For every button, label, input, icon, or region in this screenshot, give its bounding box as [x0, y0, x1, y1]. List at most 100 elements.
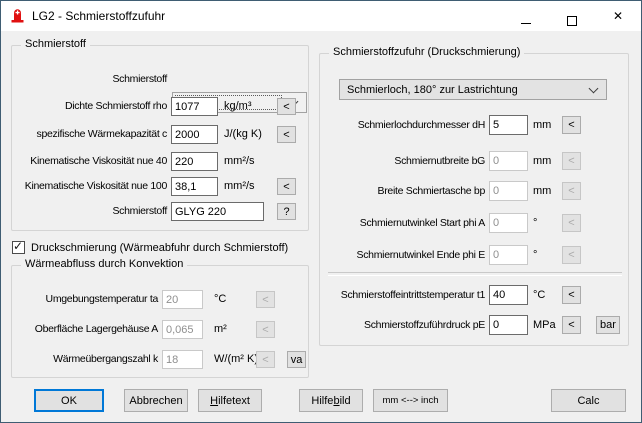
- dichte-rho-ref-button[interactable]: <: [277, 98, 296, 115]
- schmiernutwinkel-ende-input: [489, 245, 528, 265]
- eintrittstemperatur-label: Schmierstoffeintrittstemperatur t1: [320, 285, 485, 305]
- cancel-button[interactable]: Abbrechen: [124, 389, 188, 412]
- druckschmierung-checkbox-label: Druckschmierung (Wärmeabfuhr durch Schmi…: [31, 241, 288, 255]
- eintrittstemperatur-unit: °C: [533, 285, 545, 305]
- waermekapazitaet-input[interactable]: [171, 125, 218, 144]
- maximize-button[interactable]: [549, 1, 595, 31]
- waermeuebergangszahl-label: Wärmeübergangszahl k: [12, 350, 158, 369]
- zufuehrdruck-unit: MPa: [533, 315, 556, 335]
- druckschmierung-checkbox[interactable]: ✓: [12, 241, 25, 254]
- field-row: Schmierstoffzuführdruck pE MPa < bar: [320, 315, 628, 335]
- hilfebild-rest: ild: [340, 395, 351, 407]
- schmierlochdurchmesser-label: Schmierlochdurchmesser dH: [320, 115, 485, 135]
- schmiertasche-label: Breite Schmiertasche bp: [320, 181, 485, 201]
- schmierstoff-name-label: Schmierstoff: [12, 202, 167, 221]
- zufuehrdruck-input[interactable]: [489, 315, 528, 335]
- viskositaet-nue40-input[interactable]: [171, 152, 218, 171]
- schmiernutbreite-input: [489, 151, 528, 171]
- separator: [328, 272, 622, 276]
- field-row: Schmierstoffeintrittstemperatur t1 °C <: [320, 285, 628, 305]
- field-row: Wärmeübergangszahl k W/(m² K) < va: [12, 350, 308, 369]
- field-row: spezifische Wärmekapazität c J/(kg K) <: [12, 125, 308, 144]
- hilfetext-button[interactable]: Hilfetext: [198, 389, 262, 412]
- schmierstoff-help-button[interactable]: ?: [277, 203, 296, 220]
- field-row: Dichte Schmierstoff rho kg/m³ <: [12, 97, 308, 116]
- schmiernutwinkel-ende-unit: °: [533, 245, 537, 265]
- check-icon: ✓: [13, 239, 23, 253]
- viskositaet-nue100-ref-button[interactable]: <: [277, 178, 296, 195]
- oberflaeche-label: Oberfläche Lagergehäuse A: [12, 320, 158, 339]
- close-button[interactable]: ✕: [595, 1, 641, 31]
- waermekapazitaet-label: spezifische Wärmekapazität c: [12, 125, 167, 144]
- group-konvektion: Wärmeabfluss durch Konvektion Umgebungst…: [11, 265, 309, 378]
- field-row: Oberfläche Lagergehäuse A m² <: [12, 320, 308, 339]
- schmiernutwinkel-start-label: Schmiernutwinkel Start phi A: [320, 213, 485, 233]
- eintrittstemperatur-ref-button[interactable]: <: [562, 286, 581, 304]
- zufuehrdruck-label: Schmierstoffzuführdruck pE: [320, 315, 485, 335]
- group-schmierstoff-title: Schmierstoff: [21, 38, 90, 50]
- va-button[interactable]: va: [287, 351, 306, 368]
- field-row: Kinematische Viskosität nue 100 mm²/s <: [12, 177, 308, 196]
- dichte-rho-unit: kg/m³: [224, 97, 252, 116]
- viskositaet-nue100-label: Kinematische Viskosität nue 100: [12, 177, 167, 196]
- schmierlochdurchmesser-input[interactable]: [489, 115, 528, 135]
- umgebungstemperatur-ref-button: <: [256, 291, 275, 308]
- field-row: Schmierstoff ...: [12, 69, 308, 90]
- field-row: Schmiernutwinkel Ende phi E ° <: [320, 245, 628, 265]
- hilfetext-rest: ilfetext: [218, 395, 250, 407]
- umgebungstemperatur-input: [162, 290, 203, 309]
- group-schmierstoffzufuhr-title: Schmierstoffzufuhr (Druckschmierung): [329, 46, 524, 58]
- schmiernutbreite-unit: mm: [533, 151, 551, 171]
- schmierloch-combobox[interactable]: Schmierloch, 180° zur Lastrichtung: [339, 79, 607, 100]
- schmiernutwinkel-ende-label: Schmiernutwinkel Ende phi E: [320, 245, 485, 265]
- schmierlochdurchmesser-unit: mm: [533, 115, 551, 135]
- waermekapazitaet-ref-button[interactable]: <: [277, 126, 296, 143]
- waermeuebergangszahl-unit: W/(m² K): [214, 350, 258, 369]
- hilfetext-accel: H: [210, 395, 218, 407]
- dichte-rho-input[interactable]: [171, 97, 218, 116]
- waermeuebergangszahl-ref-button: <: [256, 351, 275, 368]
- oberflaeche-input: [162, 320, 203, 339]
- viskositaet-nue100-input[interactable]: [171, 177, 218, 196]
- schmiernutwinkel-start-input: [489, 213, 528, 233]
- ok-button[interactable]: OK: [34, 389, 104, 412]
- field-row: Schmiernutwinkel Start phi A ° <: [320, 213, 628, 233]
- field-row: Schmierstoff ?: [12, 202, 308, 221]
- window-title: LG2 - Schmierstoffzufuhr: [32, 1, 165, 31]
- group-schmierstoff: Schmierstoff Schmierstoff ... Dichte Sch…: [11, 45, 309, 231]
- title-bar: LG2 - Schmierstoffzufuhr ✕: [1, 1, 641, 31]
- field-row: Breite Schmiertasche bp mm <: [320, 181, 628, 201]
- schmiertasche-ref-button: <: [562, 182, 581, 200]
- eintrittstemperatur-input[interactable]: [489, 285, 528, 305]
- calc-button[interactable]: Calc: [551, 389, 626, 412]
- field-row: Kinematische Viskosität nue 40 mm²/s: [12, 152, 308, 171]
- schmierlochdurchmesser-ref-button[interactable]: <: [562, 116, 581, 134]
- schmiertasche-unit: mm: [533, 181, 551, 201]
- field-row: Umgebungstemperatur ta °C <: [12, 290, 308, 309]
- oberflaeche-unit: m²: [214, 320, 227, 339]
- schmiernutbreite-label: Schmiernutbreite bG: [320, 151, 485, 171]
- viskositaet-nue40-unit: mm²/s: [224, 152, 255, 171]
- oberflaeche-ref-button: <: [256, 321, 275, 338]
- hilfebild-pre: Hilfe: [311, 395, 333, 407]
- group-konvektion-title: Wärmeabfluss durch Konvektion: [21, 258, 187, 270]
- waermekapazitaet-unit: J/(kg K): [224, 125, 262, 144]
- mm-inch-toggle-button[interactable]: mm <--> inch: [373, 389, 448, 412]
- umgebungstemperatur-unit: °C: [214, 290, 226, 309]
- zufuehrdruck-ref-button[interactable]: <: [562, 316, 581, 334]
- chevron-down-icon: [589, 83, 599, 93]
- umgebungstemperatur-label: Umgebungstemperatur ta: [12, 290, 158, 309]
- maximize-icon: [567, 16, 577, 26]
- dichte-rho-label: Dichte Schmierstoff rho: [12, 97, 167, 116]
- waermeuebergangszahl-input: [162, 350, 203, 369]
- schmiernutwinkel-start-unit: °: [533, 213, 537, 233]
- hilfebild-button[interactable]: Hilfebild: [299, 389, 363, 412]
- bar-unit-button[interactable]: bar: [596, 316, 620, 334]
- schmierstoff-name-input[interactable]: [171, 202, 264, 221]
- minimize-button[interactable]: [503, 1, 549, 31]
- app-icon: [10, 8, 25, 23]
- schmiernutwinkel-start-ref-button: <: [562, 214, 581, 232]
- schmiernutbreite-ref-button: <: [562, 152, 581, 170]
- minimize-icon: [521, 23, 531, 24]
- field-row: Schmierlochdurchmesser dH mm <: [320, 115, 628, 135]
